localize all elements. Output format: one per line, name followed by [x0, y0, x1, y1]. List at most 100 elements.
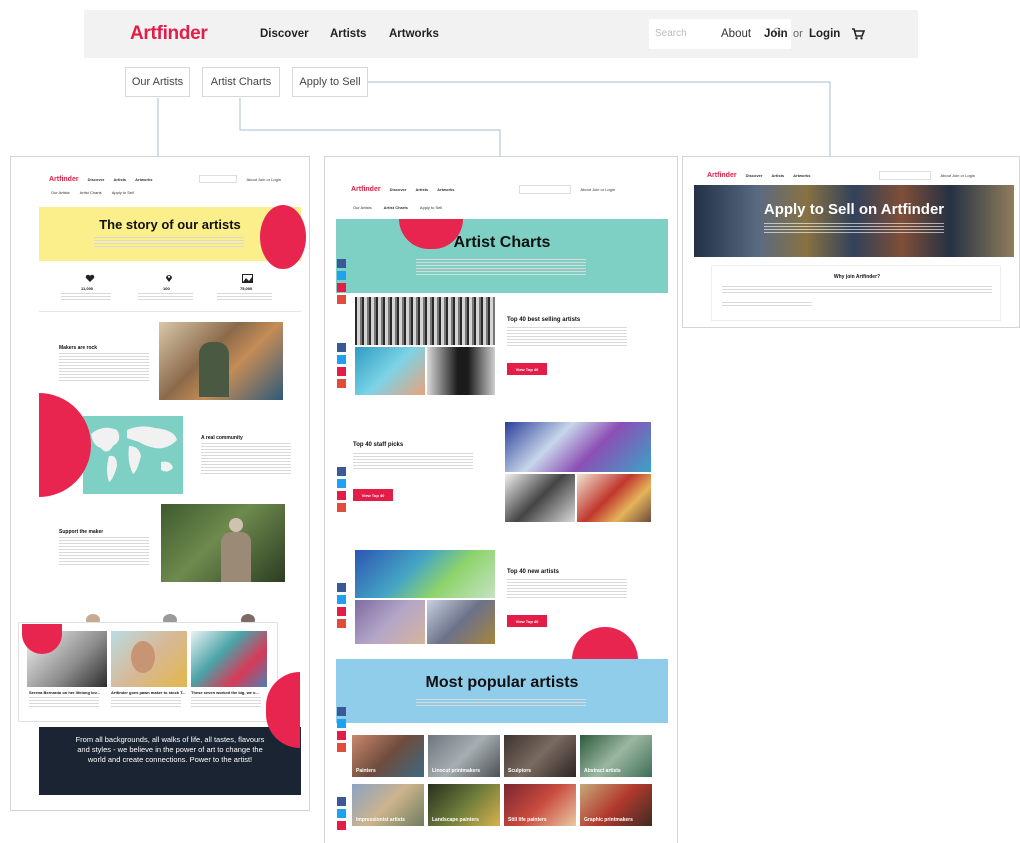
view-top-40-button[interactable]: View Top 40 — [507, 363, 547, 375]
popular-title: Most popular artists — [425, 674, 579, 691]
nav-link-artworks[interactable]: Artworks — [389, 28, 439, 40]
card-title[interactable]: Artfinder goes pawn maker to stock T... — [111, 690, 187, 695]
mini-subtab: Apply to Sell — [419, 205, 443, 210]
artwork-thumb[interactable] — [427, 600, 495, 644]
hero-teal: Artist Charts — [336, 219, 668, 293]
artwork-thumb[interactable] — [427, 347, 495, 395]
mini-nav-right: About Join or Login — [246, 176, 281, 182]
category-tile-graphic[interactable]: Graphic printmakers — [580, 784, 652, 826]
view-top-40-button[interactable]: View Top 40 — [353, 489, 393, 501]
twitter-icon[interactable] — [337, 595, 346, 604]
nav-link-discover[interactable]: Discover — [260, 28, 309, 40]
feature-stat: 75,000 — [240, 286, 253, 291]
artwork-thumb[interactable] — [355, 347, 425, 395]
map-illustration — [91, 426, 177, 482]
category-tile-impressionist[interactable]: Impressionist artists — [352, 784, 424, 826]
mini-subtab: Artist Charts — [79, 190, 102, 195]
pinterest-icon[interactable] — [337, 367, 346, 376]
hero-title: Artist Charts — [453, 234, 551, 251]
mini-link: Artworks — [793, 172, 811, 178]
image-icon — [242, 274, 253, 283]
facebook-icon[interactable] — [337, 583, 346, 592]
tile-label: Painters — [356, 768, 376, 774]
mini-brand: Artfinder — [49, 175, 79, 183]
facebook-icon[interactable] — [337, 707, 346, 716]
view-top-40-button[interactable]: View Top 40 — [507, 615, 547, 627]
googleplus-icon[interactable] — [337, 295, 346, 304]
chart-section-title: Top 40 new artists — [507, 569, 559, 575]
tab-apply-to-sell[interactable]: Apply to Sell — [292, 67, 368, 97]
mini-subtab: Our Artists — [51, 190, 70, 195]
mini-nav: Artfinder Discover Artists Artworks Abou… — [39, 171, 303, 195]
artwork-thumb[interactable] — [355, 297, 495, 345]
mini-link: Artists — [113, 176, 127, 182]
facebook-icon[interactable] — [337, 467, 346, 476]
facebook-icon[interactable] — [337, 259, 346, 268]
mini-search — [519, 184, 572, 194]
category-tile-landscape[interactable]: Landscape painters — [428, 784, 500, 826]
card-title[interactable]: These seven worked the big, we o... — [191, 690, 267, 695]
googleplus-icon[interactable] — [337, 379, 346, 388]
tile-label: Still life painters — [508, 817, 547, 823]
tab-our-artists[interactable]: Our Artists — [125, 67, 190, 97]
twitter-icon[interactable] — [337, 479, 346, 488]
login-link[interactable]: Login — [809, 28, 840, 40]
category-tile-still-life[interactable]: Still life painters — [504, 784, 576, 826]
mini-link: Discover — [87, 176, 105, 182]
pinterest-icon[interactable] — [337, 607, 346, 616]
googleplus-icon[interactable] — [337, 743, 346, 752]
twitter-icon[interactable] — [337, 271, 346, 280]
artwork-thumb[interactable] — [355, 600, 425, 644]
feature-stat: 11,000 — [81, 286, 94, 291]
category-tile-painters[interactable]: Painters — [352, 735, 424, 777]
brand-logo[interactable]: Artfinder — [130, 23, 208, 45]
artwork-thumb[interactable] — [355, 550, 495, 598]
twitter-icon[interactable] — [337, 719, 346, 728]
location-pin-icon — [166, 275, 172, 282]
twitter-icon[interactable] — [337, 809, 346, 818]
footer-quote-block: From all backgrounds, all walks of life,… — [39, 727, 301, 795]
pinterest-icon[interactable] — [337, 731, 346, 740]
cart-icon[interactable] — [851, 27, 865, 40]
about-link[interactable]: About — [721, 28, 751, 40]
mini-link: Artworks — [135, 176, 153, 182]
pinterest-icon[interactable] — [337, 283, 346, 292]
panel-apply-to-sell: Artfinder Discover Artists Artworks Abou… — [682, 156, 1020, 328]
why-join-title: Why join Artfinder? — [833, 274, 881, 280]
facebook-icon[interactable] — [337, 797, 346, 806]
chart-section-title: Top 40 best selling artists — [507, 317, 581, 323]
twitter-icon[interactable] — [337, 355, 346, 364]
search-placeholder: Search — [655, 28, 687, 39]
category-tile-linocut[interactable]: Linocut printmakers — [428, 735, 500, 777]
googleplus-icon[interactable] — [337, 503, 346, 512]
tab-artist-charts[interactable]: Artist Charts — [202, 67, 280, 97]
tile-label: Linocut printmakers — [432, 768, 481, 774]
footer-quote: From all backgrounds, all walks of life,… — [75, 735, 265, 765]
maker-photo — [161, 504, 285, 582]
section-title: A real community — [201, 435, 243, 441]
category-tile-abstract[interactable]: Abstract artists — [580, 735, 652, 777]
mini-search — [199, 175, 238, 183]
pinterest-icon[interactable] — [337, 821, 346, 830]
chart-section-title: Top 40 staff picks — [353, 442, 404, 448]
tile-label: Graphic printmakers — [584, 817, 633, 823]
card-image[interactable] — [191, 631, 267, 687]
join-link[interactable]: Join — [764, 28, 788, 40]
artwork-thumb[interactable] — [505, 474, 575, 522]
panel-artist-charts: Artfinder Discover Artists Artworks Abou… — [324, 156, 678, 843]
pinterest-icon[interactable] — [337, 491, 346, 500]
googleplus-icon[interactable] — [337, 619, 346, 628]
artwork-thumb[interactable] — [577, 474, 651, 522]
mini-brand: Artfinder — [351, 185, 381, 193]
artwork-thumb[interactable] — [505, 422, 651, 472]
heart-icon — [85, 274, 95, 282]
facebook-icon[interactable] — [337, 343, 346, 352]
card-image[interactable] — [111, 631, 187, 687]
card-title[interactable]: Serena Bernardo on her lifelong lov... — [29, 690, 107, 695]
category-tile-sculptors[interactable]: Sculptors — [504, 735, 576, 777]
mini-link: Discover — [745, 172, 763, 178]
section-title: Makers are rock — [59, 345, 98, 351]
nav-link-artists[interactable]: Artists — [330, 28, 366, 40]
artist-photo — [159, 322, 283, 400]
mini-link: Artists — [771, 172, 785, 178]
